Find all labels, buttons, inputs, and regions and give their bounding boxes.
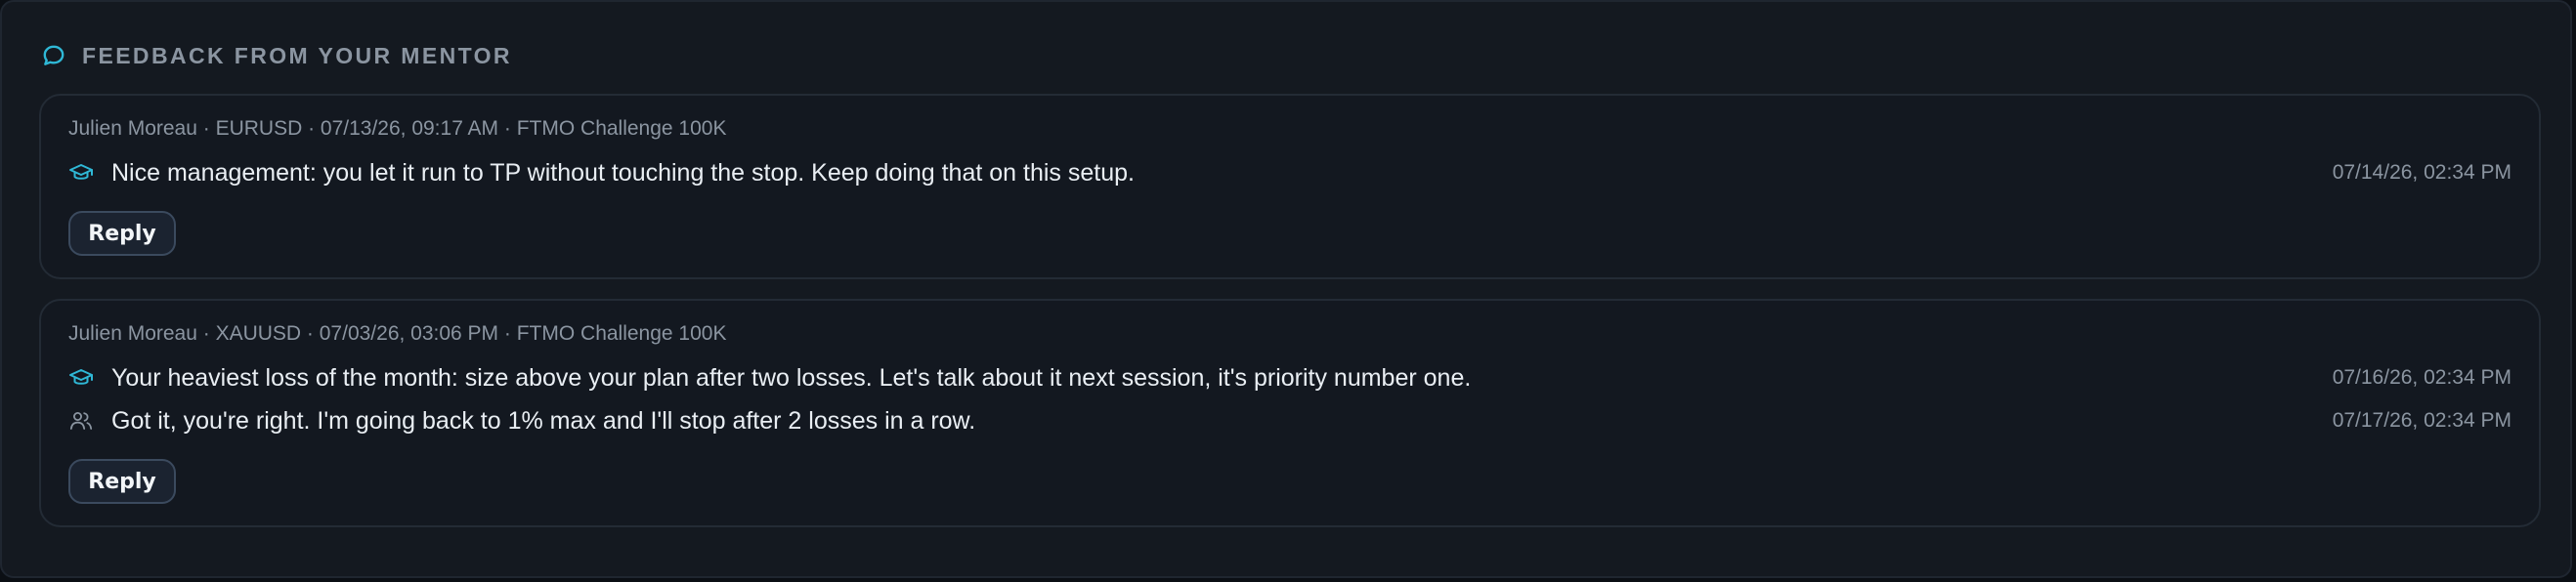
student-users-icon [68,408,94,434]
feedback-thread: Julien Moreau · XAUUSD · 07/03/26, 03:06… [39,299,2541,527]
mentor-feedback-panel: FEEDBACK FROM YOUR MENTOR Julien Moreau … [0,0,2572,578]
reply-button[interactable]: Reply [68,211,176,256]
reply-button[interactable]: Reply [68,459,176,504]
mentor-graduation-cap-icon [68,365,94,391]
message-text: Nice management: you let it run to TP wi… [111,158,1135,187]
thread-meta: Julien Moreau · XAUUSD · 07/03/26, 03:06… [68,322,727,345]
message-text: Got it, you're right. I'm going back to … [111,406,976,435]
feedback-thread: Julien Moreau · EURUSD · 07/13/26, 09:17… [39,94,2541,279]
message-timestamp: 07/17/26, 02:34 PM [2332,409,2512,432]
mentor-graduation-cap-icon [68,160,94,186]
panel-header: FEEDBACK FROM YOUR MENTOR [41,41,512,70]
thread-meta: Julien Moreau · EURUSD · 07/13/26, 09:17… [68,117,727,140]
thread-message: Nice management: you let it run to TP wi… [68,156,2512,189]
message-text: Your heaviest loss of the month: size ab… [111,363,1472,392]
thread-message: Your heaviest loss of the month: size ab… [68,361,2512,395]
message-timestamp: 07/14/26, 02:34 PM [2332,161,2512,184]
chat-bubble-icon [41,43,66,68]
panel-title: FEEDBACK FROM YOUR MENTOR [82,42,512,68]
thread-message: Got it, you're right. I'm going back to … [68,404,2512,437]
message-timestamp: 07/16/26, 02:34 PM [2332,366,2512,389]
